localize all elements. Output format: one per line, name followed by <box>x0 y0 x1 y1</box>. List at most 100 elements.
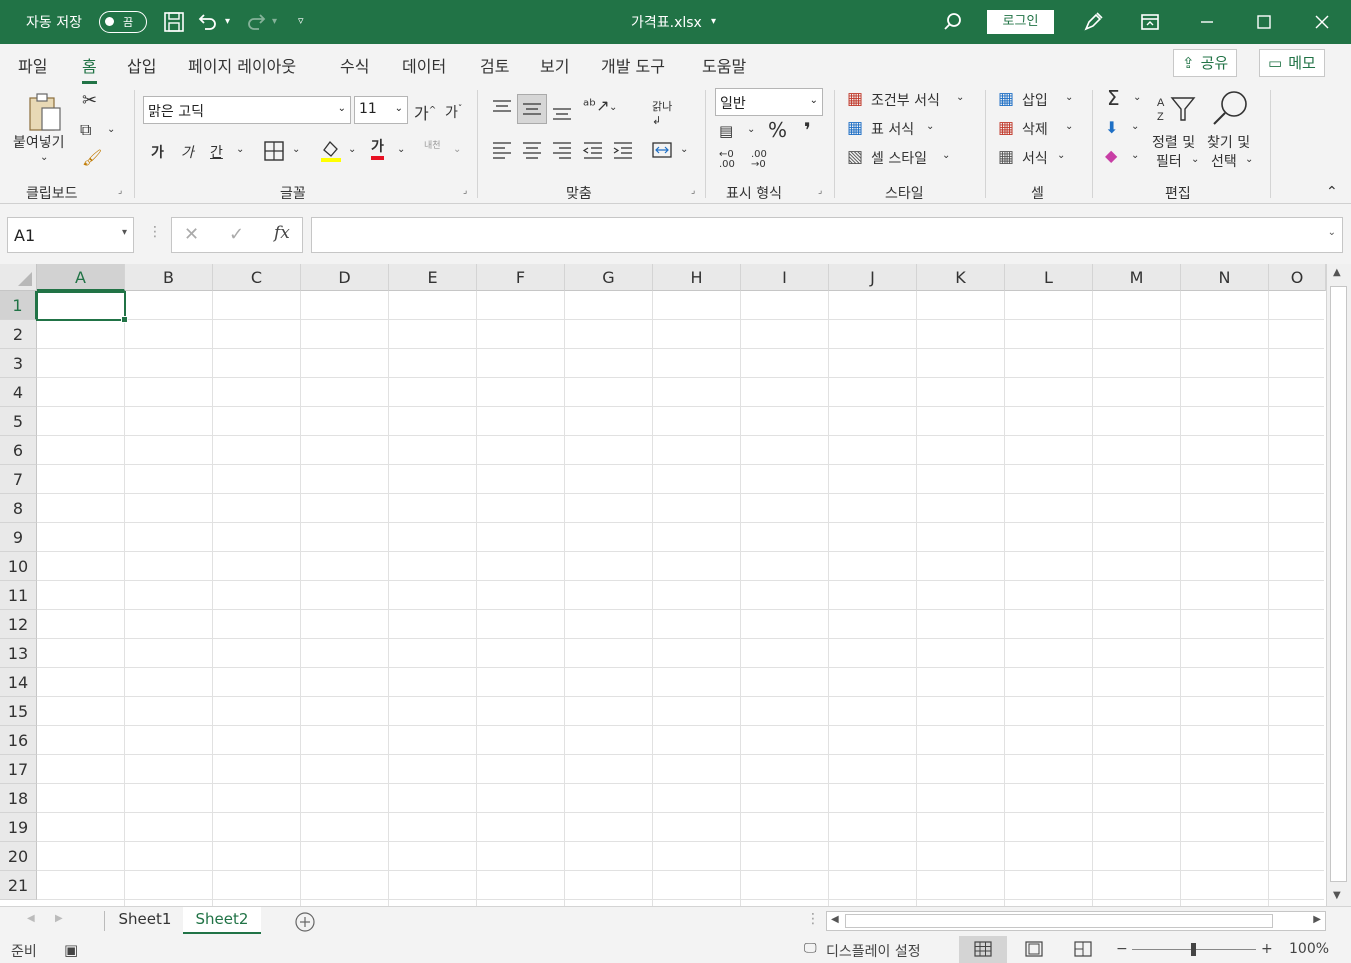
tab-insert[interactable]: 삽입 <box>127 53 156 77</box>
autosum-icon[interactable]: Σ <box>1107 86 1120 110</box>
number-format-combo[interactable]: 일반 ⌄ <box>715 88 823 116</box>
phonetic-dropdown-icon[interactable]: ⌄ <box>453 144 461 155</box>
comments-button[interactable]: ▭ 메모 <box>1259 49 1325 77</box>
fill-color-dropdown-icon[interactable]: ⌄ <box>348 144 356 155</box>
expand-formula-icon[interactable]: ⌄ <box>1328 227 1336 238</box>
customize-qat-icon[interactable]: ▿ <box>298 14 304 27</box>
borders-dropdown-icon[interactable]: ⌄ <box>292 144 300 155</box>
column-header-c[interactable]: C <box>213 264 301 291</box>
merge-center-icon[interactable] <box>651 140 673 160</box>
delete-cells-icon[interactable]: ▦ <box>998 118 1014 138</box>
pen-icon[interactable] <box>1081 10 1105 34</box>
insert-function-button[interactable]: fx <box>274 223 290 243</box>
fill-icon[interactable]: ⬇ <box>1105 118 1118 137</box>
font-color-dropdown-icon[interactable]: ⌄ <box>397 144 405 155</box>
enter-icon[interactable]: ✓ <box>229 224 244 245</box>
zoom-slider-thumb[interactable] <box>1191 943 1196 956</box>
tab-split-grip-icon[interactable]: ⋮ <box>806 911 820 927</box>
row-header-18[interactable]: 18 <box>0 784 37 813</box>
row-header-9[interactable]: 9 <box>0 523 37 552</box>
display-settings-icon[interactable]: 🖵 <box>804 941 817 956</box>
merge-dropdown-icon[interactable]: ⌄ <box>680 144 688 155</box>
tab-formulas[interactable]: 수식 <box>340 53 369 77</box>
cell-styles-icon[interactable]: ▧ <box>847 147 863 167</box>
autosave-toggle[interactable]: 끔 <box>99 11 147 33</box>
font-color-button[interactable]: 가 <box>371 138 384 160</box>
collapse-ribbon-icon[interactable]: ⌃ <box>1326 184 1338 200</box>
font-launcher-icon[interactable]: ⌟ <box>463 186 473 196</box>
tab-page-layout[interactable]: 페이지 레이아웃 <box>188 53 296 77</box>
row-header-8[interactable]: 8 <box>0 494 37 523</box>
tab-home[interactable]: 홈 <box>82 53 97 84</box>
decrease-indent-icon[interactable] <box>582 140 604 160</box>
normal-view-button[interactable] <box>959 936 1007 963</box>
tab-review[interactable]: 검토 <box>480 53 509 77</box>
column-header-g[interactable]: G <box>565 264 653 291</box>
close-icon[interactable] <box>1310 10 1334 34</box>
row-header-12[interactable]: 12 <box>0 610 37 639</box>
undo-icon[interactable] <box>195 10 219 34</box>
font-name-combo[interactable]: 맑은 고딕 ⌄ <box>143 96 351 124</box>
row-header-21[interactable]: 21 <box>0 871 37 900</box>
align-center-icon[interactable] <box>521 140 543 160</box>
fill-dropdown-icon[interactable]: ⌄ <box>1131 121 1139 132</box>
autosum-dropdown-icon[interactable]: ⌄ <box>1133 92 1141 103</box>
paste-label[interactable]: 붙여넣기 <box>13 132 65 152</box>
zoom-in-icon[interactable]: + <box>1261 941 1273 957</box>
row-header-17[interactable]: 17 <box>0 755 37 784</box>
accounting-dropdown-icon[interactable]: ⌄ <box>747 124 755 135</box>
underline-button[interactable]: 간 <box>210 142 223 162</box>
zoom-out-icon[interactable]: − <box>1116 941 1128 957</box>
copy-dropdown-icon[interactable]: ⌄ <box>107 124 115 135</box>
row-header-16[interactable]: 16 <box>0 726 37 755</box>
tab-developer[interactable]: 개발 도구 <box>601 53 665 77</box>
cell-styles-dropdown-icon[interactable]: ⌄ <box>942 150 950 161</box>
increase-decimal-icon[interactable]: ←0.00 <box>719 150 735 170</box>
row-header-5[interactable]: 5 <box>0 407 37 436</box>
format-table-button[interactable]: 표 서식 <box>871 119 914 139</box>
scroll-up-icon[interactable]: ▲ <box>1333 267 1341 278</box>
column-header-k[interactable]: K <box>917 264 1005 291</box>
underline-dropdown-icon[interactable]: ⌄ <box>236 144 244 155</box>
clear-dropdown-icon[interactable]: ⌄ <box>1131 150 1139 161</box>
conditional-dropdown-icon[interactable]: ⌄ <box>956 92 964 103</box>
vertical-scrollbar[interactable]: ▲ ▼ <box>1326 264 1351 906</box>
orientation-icon[interactable]: ᵃᵇ↗ <box>583 96 610 115</box>
wrap-text-icon[interactable]: 갉나 ↲ <box>652 98 672 127</box>
scroll-left-icon[interactable]: ◀ <box>831 914 839 925</box>
save-icon[interactable] <box>162 10 186 34</box>
sheet-tab-sheet1[interactable]: Sheet1 <box>108 907 182 934</box>
delete-cells-button[interactable]: 삭제 <box>1022 119 1048 139</box>
file-name[interactable]: 가격표.xlsx <box>631 12 702 32</box>
redo-icon[interactable] <box>245 10 269 34</box>
number-launcher-icon[interactable]: ⌟ <box>818 186 828 196</box>
sort-dropdown-icon[interactable]: ⌄ <box>1191 154 1199 165</box>
ribbon-display-icon[interactable] <box>1138 10 1162 34</box>
search-icon[interactable] <box>941 10 965 34</box>
sheet-tab-sheet2[interactable]: Sheet2 <box>183 907 261 934</box>
scroll-right-icon[interactable]: ▶ <box>1313 914 1321 925</box>
row-header-2[interactable]: 2 <box>0 320 37 349</box>
borders-icon[interactable] <box>263 140 285 162</box>
select-all-button[interactable] <box>0 264 37 291</box>
increase-font-icon[interactable]: 가^ <box>414 100 436 124</box>
column-header-e[interactable]: E <box>389 264 477 291</box>
row-header-19[interactable]: 19 <box>0 813 37 842</box>
column-header-j[interactable]: J <box>829 264 917 291</box>
column-header-a[interactable]: A <box>37 264 125 291</box>
conditional-format-icon[interactable]: ▦ <box>847 89 863 109</box>
sort-filter-label-2[interactable]: 필터 <box>1156 151 1182 171</box>
row-header-10[interactable]: 10 <box>0 552 37 581</box>
insert-dropdown-icon[interactable]: ⌄ <box>1065 92 1073 103</box>
next-sheet-icon[interactable]: ▶ <box>55 913 63 924</box>
column-header-m[interactable]: M <box>1093 264 1181 291</box>
column-header-l[interactable]: L <box>1005 264 1093 291</box>
tab-file[interactable]: 파일 <box>18 53 47 77</box>
italic-button[interactable]: 가 <box>181 142 194 162</box>
column-header-o[interactable]: O <box>1269 264 1326 291</box>
tab-data[interactable]: 데이터 <box>402 53 446 77</box>
cell-area[interactable] <box>37 291 1324 906</box>
alignment-launcher-icon[interactable]: ⌟ <box>691 186 701 196</box>
insert-cells-icon[interactable]: ▦ <box>998 89 1014 109</box>
align-top-icon[interactable] <box>491 98 513 116</box>
